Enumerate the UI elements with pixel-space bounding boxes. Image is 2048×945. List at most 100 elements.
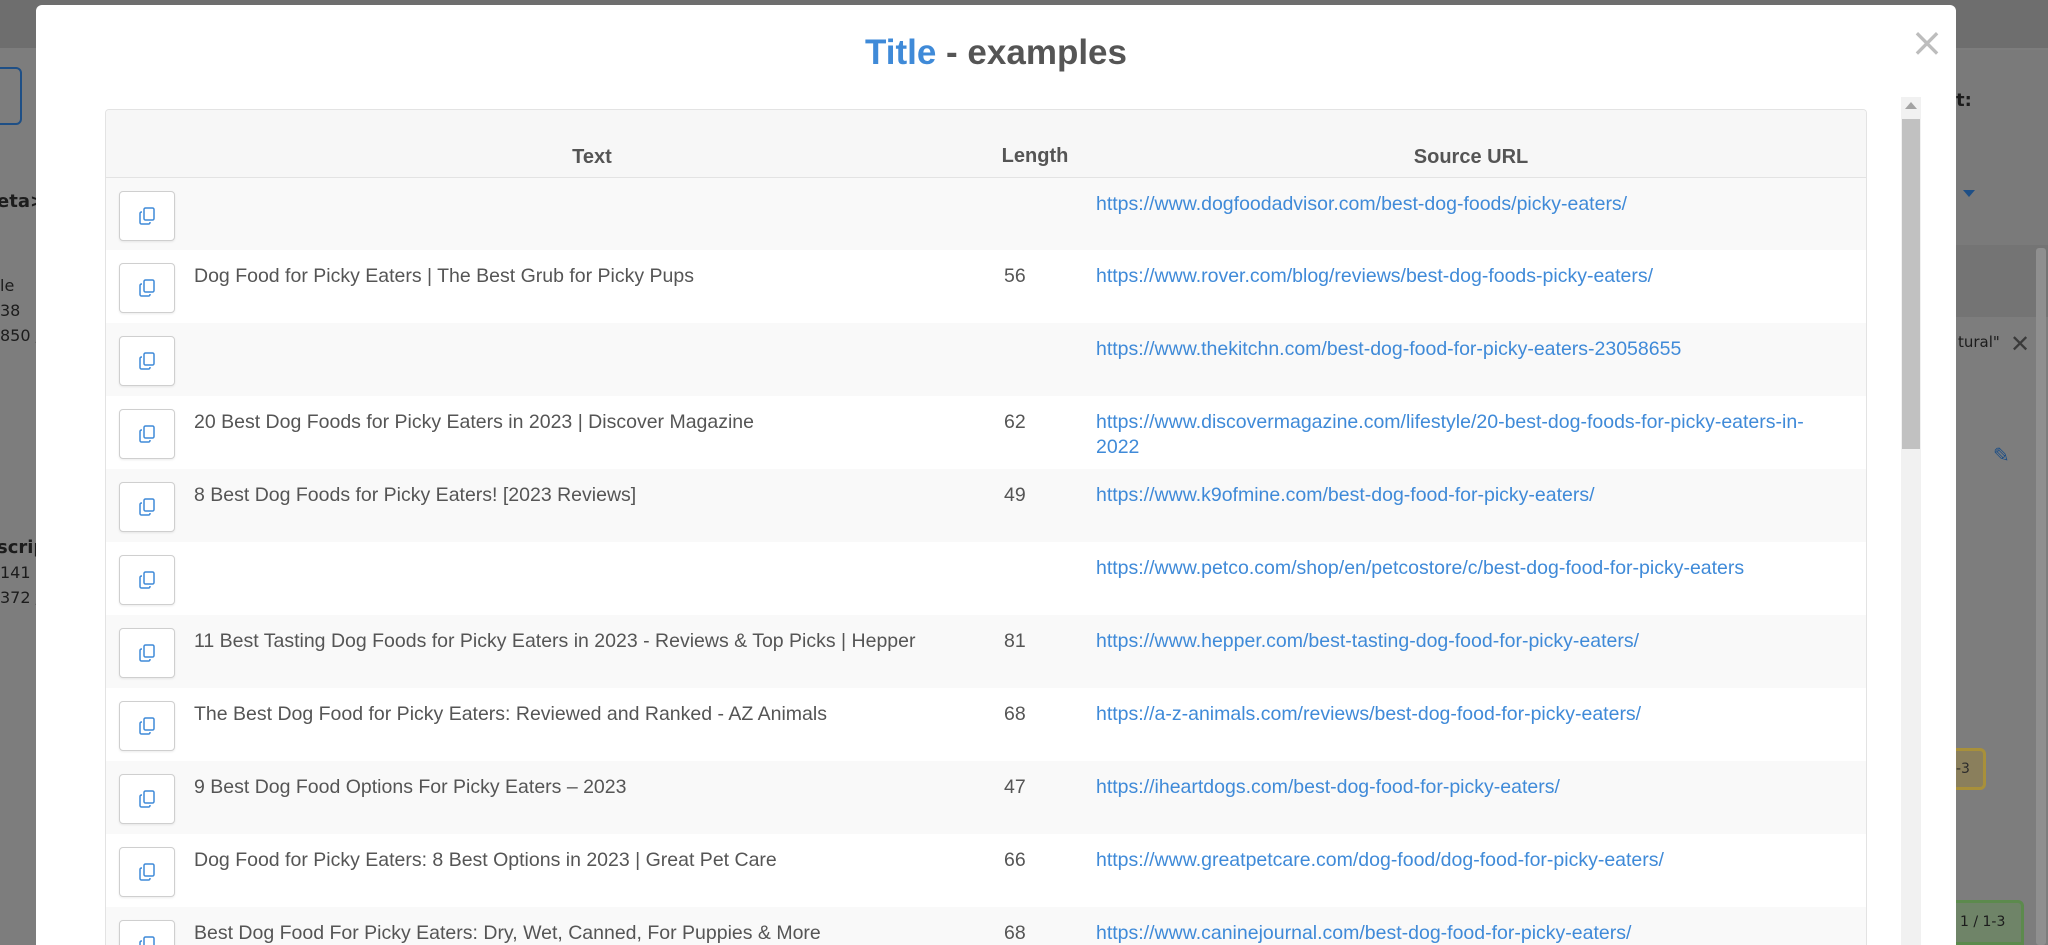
title-length: 47 <box>1004 776 1026 798</box>
table-row: https://www.dogfoodadvisor.com/best-dog-… <box>106 177 1866 250</box>
title-length: 68 <box>1004 703 1026 725</box>
source-url-cell: https://a-z-animals.com/reviews/best-dog… <box>1076 688 1866 761</box>
background-text: tural" <box>1958 333 2000 351</box>
source-url-cell: https://www.greatpetcare.com/dog-food/do… <box>1076 834 1866 907</box>
title-length <box>994 177 1076 250</box>
copy-button[interactable] <box>119 628 175 678</box>
source-url-link[interactable]: https://www.caninejournal.com/best-dog-f… <box>1096 922 1631 944</box>
background-text: 141 <box>0 563 31 582</box>
scroll-up-arrow-icon[interactable] <box>1905 102 1917 109</box>
source-url-link[interactable]: https://www.k9ofmine.com/best-dog-food-f… <box>1096 484 1595 506</box>
copy-button[interactable] <box>119 555 175 605</box>
title-text <box>190 177 994 250</box>
copy-cell <box>106 250 190 323</box>
background-panel <box>1956 50 2048 245</box>
copy-button[interactable] <box>119 774 175 824</box>
table-header-row: Text Length Source URL <box>106 110 1866 178</box>
copy-cell <box>106 542 190 615</box>
copy-cell <box>106 907 190 945</box>
copy-icon <box>139 498 155 516</box>
copy-cell <box>106 761 190 834</box>
copy-cell <box>106 396 190 469</box>
copy-button[interactable] <box>119 263 175 313</box>
background-text: 372 / <box>0 588 42 607</box>
source-url-link[interactable]: https://www.greatpetcare.com/dog-food/do… <box>1096 849 1664 871</box>
copy-button[interactable] <box>119 847 175 897</box>
copy-icon <box>139 352 155 370</box>
background-badge: 1 / 1-3 <box>1956 900 2024 945</box>
background-button <box>0 67 22 125</box>
table-row: https://www.thekitchn.com/best-dog-food-… <box>106 323 1866 396</box>
title-text: Best Dog Food For Picky Eaters: Dry, Wet… <box>194 922 821 944</box>
copy-cell <box>106 615 190 688</box>
background-text: le <box>0 276 15 295</box>
title-length: 81 <box>1004 630 1026 652</box>
modal-title-highlight: Title <box>865 33 937 72</box>
copy-button[interactable] <box>119 336 175 386</box>
background-close-icon: ✕ <box>2010 330 2031 358</box>
examples-modal: Title - examples × Text Length Source UR… <box>36 5 1956 945</box>
copy-button[interactable] <box>119 701 175 751</box>
title-length <box>994 323 1076 396</box>
copy-icon <box>139 717 155 735</box>
copy-button[interactable] <box>119 409 175 459</box>
modal-scrollbar[interactable] <box>1901 97 1921 945</box>
examples-table: Text Length Source URL https://www.dogfo… <box>105 109 1867 945</box>
copy-icon <box>139 936 155 945</box>
modal-title: Title - examples <box>36 33 1956 73</box>
table-row: The Best Dog Food for Picky Eaters: Revi… <box>106 688 1866 761</box>
source-url-cell: https://www.caninejournal.com/best-dog-f… <box>1076 907 1866 945</box>
source-url-link[interactable]: https://www.dogfoodadvisor.com/best-dog-… <box>1096 193 1627 215</box>
copy-icon <box>139 206 155 225</box>
source-url-link[interactable]: https://www.rover.com/blog/reviews/best-… <box>1096 265 1653 287</box>
background-badge: -3 <box>1956 748 1986 790</box>
copy-icon <box>139 279 155 297</box>
source-url-cell: https://www.hepper.com/best-tasting-dog-… <box>1076 615 1866 688</box>
table-row: https://www.petco.com/shop/en/petcostore… <box>106 542 1866 615</box>
source-url-cell: https://www.discovermagazine.com/lifesty… <box>1076 396 1866 469</box>
copy-button[interactable] <box>119 190 175 241</box>
title-length: 56 <box>1004 265 1026 287</box>
copy-button[interactable] <box>119 920 175 945</box>
title-length: 66 <box>1004 849 1026 871</box>
title-text: 11 Best Tasting Dog Foods for Picky Eate… <box>194 630 916 652</box>
copy-icon <box>139 425 155 443</box>
source-url-cell: https://www.dogfoodadvisor.com/best-dog-… <box>1076 177 1866 250</box>
copy-button[interactable] <box>119 482 175 532</box>
background-scrollbar <box>2036 248 2046 945</box>
table-row: Dog Food for Picky Eaters: 8 Best Option… <box>106 834 1866 907</box>
source-url-cell: https://www.k9ofmine.com/best-dog-food-f… <box>1076 469 1866 542</box>
column-header-text[interactable]: Text <box>190 110 994 178</box>
title-text <box>190 542 994 615</box>
source-url-link[interactable]: https://www.thekitchn.com/best-dog-food-… <box>1096 338 1681 360</box>
pencil-icon: ✎ <box>1993 443 2010 467</box>
copy-icon <box>139 863 155 881</box>
source-url-cell: https://www.rover.com/blog/reviews/best-… <box>1076 250 1866 323</box>
scrollbar-thumb[interactable] <box>1902 119 1920 449</box>
source-url-cell: https://www.thekitchn.com/best-dog-food-… <box>1076 323 1866 396</box>
title-length: 62 <box>1004 411 1026 433</box>
source-url-link[interactable]: https://iheartdogs.com/best-dog-food-for… <box>1096 776 1560 798</box>
source-url-link[interactable]: https://a-z-animals.com/reviews/best-dog… <box>1096 703 1641 725</box>
column-header-length[interactable]: Length <box>994 110 1076 178</box>
title-text: Dog Food for Picky Eaters: 8 Best Option… <box>194 849 777 871</box>
modal-title-rest: - examples <box>936 33 1127 72</box>
source-url-link[interactable]: https://www.discovermagazine.com/lifesty… <box>1096 411 1804 458</box>
background-panel-strip <box>1956 245 2048 317</box>
column-header-source-url[interactable]: Source URL <box>1076 110 1866 178</box>
table-row: Dog Food for Picky Eaters | The Best Gru… <box>106 250 1866 323</box>
table-row: 8 Best Dog Foods for Picky Eaters! [2023… <box>106 469 1866 542</box>
source-url-link[interactable]: https://www.petco.com/shop/en/petcostore… <box>1096 557 1744 579</box>
background-text: t: <box>1956 90 1972 111</box>
title-length <box>994 542 1076 615</box>
source-url-link[interactable]: https://www.hepper.com/best-tasting-dog-… <box>1096 630 1639 652</box>
title-text: 20 Best Dog Foods for Picky Eaters in 20… <box>194 411 754 433</box>
copy-cell <box>106 469 190 542</box>
copy-cell <box>106 834 190 907</box>
chevron-down-icon <box>1963 190 1975 197</box>
copy-cell <box>106 177 190 250</box>
source-url-cell: https://www.petco.com/shop/en/petcostore… <box>1076 542 1866 615</box>
table-body: https://www.dogfoodadvisor.com/best-dog-… <box>106 177 1866 945</box>
title-length: 68 <box>1004 922 1026 944</box>
close-icon[interactable]: × <box>1906 22 1948 64</box>
